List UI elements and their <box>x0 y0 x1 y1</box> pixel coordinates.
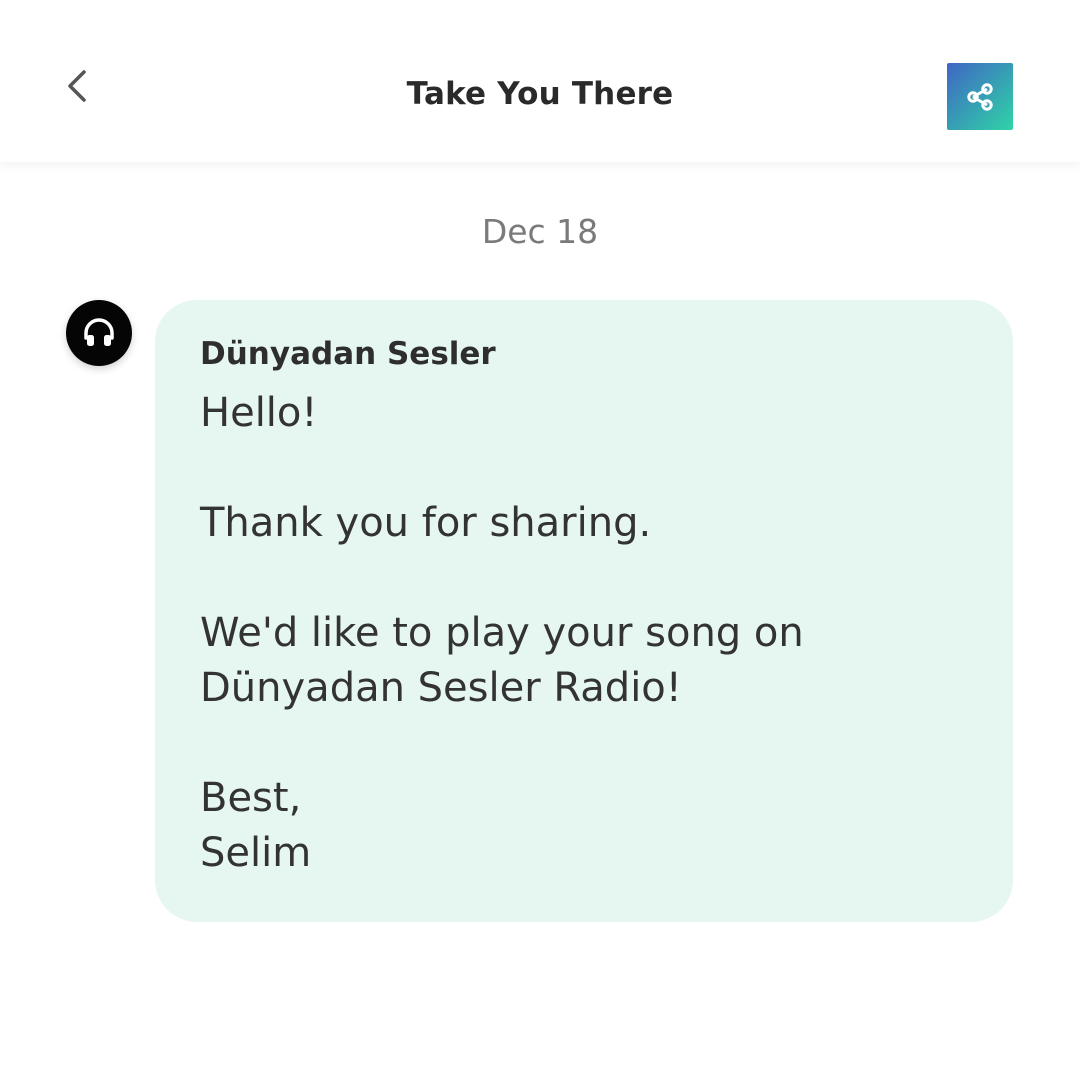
message-line: Hello! <box>200 390 318 436</box>
sender-name: Dünyadan Sesler <box>200 336 496 372</box>
conversation-title: Take You There <box>406 76 674 112</box>
message-line: Thank you for sharing. <box>200 500 652 546</box>
message-line: Dünyadan Sesler Radio! <box>200 665 682 711</box>
message-line <box>200 551 969 606</box>
top-bar: Take You There <box>0 0 1080 162</box>
share-button[interactable] <box>947 63 1013 130</box>
chat-screen: Take You There Dec 18 Dünyadan Sesler He… <box>0 0 1080 1080</box>
sender-avatar[interactable] <box>66 300 132 366</box>
message-line <box>200 441 969 496</box>
share-icon <box>967 82 993 111</box>
headphones-icon <box>84 318 114 346</box>
message-line <box>200 716 969 771</box>
message-line: Selim <box>200 830 312 876</box>
message-line: Best, <box>200 775 302 821</box>
message-line: We'd like to play your song on <box>200 610 804 656</box>
date-separator: Dec 18 <box>481 212 599 251</box>
message-bubble[interactable]: Dünyadan Sesler Hello! Thank you for sha… <box>155 300 1013 922</box>
